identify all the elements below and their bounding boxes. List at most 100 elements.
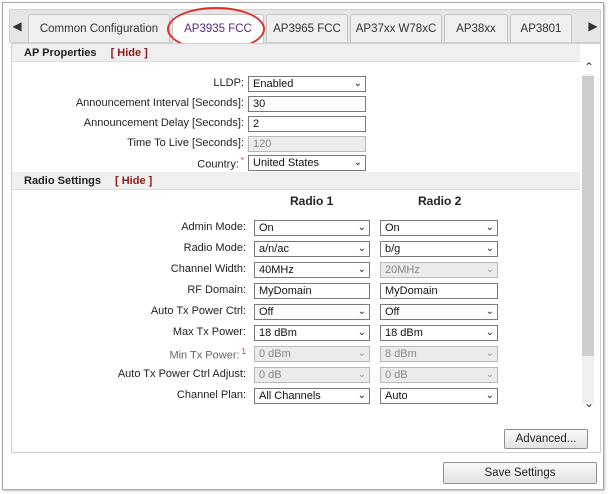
chevron-down-icon: ⌄ bbox=[485, 348, 494, 359]
auto-tx-power-ctrl-adjust-label: Auto Tx Power Ctrl Adjust: bbox=[117, 368, 246, 380]
chevron-down-icon: ⌄ bbox=[485, 327, 494, 338]
admin-mode-radio2-select[interactable]: On ⌄ bbox=[380, 220, 498, 236]
channel-width-radio1-value: 40MHz bbox=[259, 264, 294, 276]
min-tx-power-label-text: Min Tx Power: bbox=[169, 349, 240, 362]
radio1-header: Radio 1 bbox=[290, 194, 334, 208]
channel-width-radio2-value: 20MHz bbox=[385, 264, 420, 276]
channel-width-radio1-select[interactable]: 40MHz ⌄ bbox=[254, 262, 370, 278]
scroll-up-icon[interactable]: ⌃ bbox=[582, 60, 596, 74]
lldp-value: Enabled bbox=[253, 78, 294, 90]
radio-settings-header: Radio Settings [ Hide ] bbox=[12, 172, 580, 190]
chevron-down-icon: ⌄ bbox=[357, 390, 366, 401]
chevron-down-icon: ⌄ bbox=[357, 369, 366, 380]
auto-tx-power-ctrl-radio2-select[interactable]: Off ⌄ bbox=[380, 304, 498, 320]
time-to-live-label: Time To Live [Seconds]: bbox=[127, 137, 244, 149]
chevron-down-icon: ⌄ bbox=[485, 243, 494, 254]
min-tx-power-radio1-select: 0 dBm ⌄ bbox=[254, 346, 370, 362]
country-select[interactable]: United States ⌄ bbox=[248, 155, 366, 171]
chevron-down-icon: ⌄ bbox=[353, 157, 362, 168]
channel-plan-radio1-select[interactable]: All Channels ⌄ bbox=[254, 388, 370, 404]
chevron-down-icon: ⌄ bbox=[357, 243, 366, 254]
rf-domain-label: RF Domain: bbox=[187, 284, 246, 296]
tab-common-configuration[interactable]: Common Configuration bbox=[28, 14, 170, 42]
radio-settings-hide-link[interactable]: [ Hide ] bbox=[115, 175, 152, 187]
footnote-marker: 1 bbox=[241, 347, 246, 356]
max-tx-power-radio1-value: 18 dBm bbox=[259, 327, 297, 339]
tab-ap37xx-w78xc[interactable]: AP37xx W78xC bbox=[350, 14, 442, 42]
admin-mode-radio1-value: On bbox=[259, 222, 274, 234]
max-tx-power-radio2-select[interactable]: 18 dBm ⌄ bbox=[380, 325, 498, 341]
chevron-down-icon: ⌄ bbox=[485, 222, 494, 233]
tab-ap3935-fcc[interactable]: AP3935 FCC bbox=[172, 14, 264, 43]
channel-plan-radio2-value: Auto bbox=[385, 390, 408, 402]
lldp-label: LLDP: bbox=[213, 77, 244, 89]
time-to-live-input bbox=[248, 136, 366, 152]
announcement-delay-label: Announcement Delay [Seconds]: bbox=[83, 117, 244, 129]
auto-tx-power-ctrl-radio2-value: Off bbox=[385, 306, 400, 318]
channel-width-radio2-select: 20MHz ⌄ bbox=[380, 262, 498, 278]
chevron-down-icon: ⌄ bbox=[485, 264, 494, 275]
chevron-down-icon: ⌄ bbox=[485, 390, 494, 401]
scrollbar-thumb[interactable] bbox=[582, 76, 594, 356]
channel-width-label: Channel Width: bbox=[170, 263, 246, 275]
ap-properties-title: AP Properties bbox=[24, 46, 97, 59]
chevron-down-icon: ⌄ bbox=[485, 306, 494, 317]
channel-plan-radio2-select[interactable]: Auto ⌄ bbox=[380, 388, 498, 404]
ap-properties-header: AP Properties [ Hide ] bbox=[12, 44, 580, 62]
tab-scroll-right-icon[interactable]: ▶ bbox=[586, 10, 600, 42]
auto-tx-power-ctrl-label: Auto Tx Power Ctrl: bbox=[150, 305, 246, 317]
min-tx-power-radio2-select: 8 dBm ⌄ bbox=[380, 346, 498, 362]
tab-ap3801[interactable]: AP3801 bbox=[510, 14, 572, 42]
country-label: Country: * bbox=[197, 156, 244, 171]
configuration-window: ◀ Common Configuration AP3935 FCC AP3965… bbox=[2, 2, 604, 490]
min-tx-power-radio2-value: 8 dBm bbox=[385, 348, 417, 360]
announcement-delay-input[interactable] bbox=[248, 116, 366, 132]
chevron-down-icon: ⌄ bbox=[485, 369, 494, 380]
min-tx-power-radio1-value: 0 dBm bbox=[259, 348, 291, 360]
channel-plan-radio1-value: All Channels bbox=[259, 390, 321, 402]
chevron-down-icon: ⌄ bbox=[357, 264, 366, 275]
min-tx-power-label: Min Tx Power: 1 bbox=[169, 347, 246, 362]
channel-plan-label: Channel Plan: bbox=[176, 389, 246, 401]
radio-mode-radio1-value: a/n/ac bbox=[259, 243, 289, 255]
max-tx-power-radio2-value: 18 dBm bbox=[385, 327, 423, 339]
tab-bar: ◀ Common Configuration AP3935 FCC AP3965… bbox=[9, 9, 601, 43]
auto-tx-power-ctrl-radio1-select[interactable]: Off ⌄ bbox=[254, 304, 370, 320]
auto-tx-power-adjust-radio2-value: 0 dB bbox=[385, 369, 408, 381]
auto-tx-power-ctrl-radio1-value: Off bbox=[259, 306, 274, 318]
radio-mode-label: Radio Mode: bbox=[183, 242, 246, 254]
tab-scroll-left-icon[interactable]: ◀ bbox=[10, 10, 24, 42]
radio2-header: Radio 2 bbox=[418, 194, 462, 208]
auto-tx-power-adjust-radio1-value: 0 dB bbox=[259, 369, 282, 381]
save-settings-button[interactable]: Save Settings bbox=[443, 462, 597, 484]
radio-mode-radio2-value: b/g bbox=[385, 243, 401, 255]
required-marker: * bbox=[240, 156, 244, 165]
chevron-down-icon: ⌄ bbox=[357, 222, 366, 233]
radio-mode-radio2-select[interactable]: b/g ⌄ bbox=[380, 241, 498, 257]
tab-ap38xx[interactable]: AP38xx bbox=[444, 14, 508, 42]
announcement-interval-input[interactable] bbox=[248, 96, 366, 112]
rf-domain-radio2-input[interactable] bbox=[380, 283, 498, 299]
scroll-down-icon[interactable]: ⌄ bbox=[582, 396, 596, 410]
radio-settings-title: Radio Settings bbox=[24, 174, 102, 187]
rf-domain-radio1-input[interactable] bbox=[254, 283, 370, 299]
settings-panel: AP Properties [ Hide ] LLDP: Enabled ⌄ A… bbox=[11, 43, 601, 453]
radio-mode-radio1-select[interactable]: a/n/ac ⌄ bbox=[254, 241, 370, 257]
country-label-text: Country: bbox=[197, 158, 239, 171]
max-tx-power-label: Max Tx Power: bbox=[172, 326, 246, 338]
admin-mode-radio1-select[interactable]: On ⌄ bbox=[254, 220, 370, 236]
country-value: United States bbox=[253, 157, 320, 169]
advanced-button[interactable]: Advanced... bbox=[504, 429, 588, 449]
ap-properties-hide-link[interactable]: [ Hide ] bbox=[111, 47, 148, 59]
auto-tx-power-adjust-radio1-select: 0 dB ⌄ bbox=[254, 367, 370, 383]
auto-tx-power-adjust-radio2-select: 0 dB ⌄ bbox=[380, 367, 498, 383]
lldp-select[interactable]: Enabled ⌄ bbox=[248, 76, 366, 92]
max-tx-power-radio1-select[interactable]: 18 dBm ⌄ bbox=[254, 325, 370, 341]
admin-mode-radio2-value: On bbox=[385, 222, 400, 234]
announcement-interval-label: Announcement Interval [Seconds]: bbox=[75, 97, 244, 109]
chevron-down-icon: ⌄ bbox=[357, 306, 366, 317]
admin-mode-label: Admin Mode: bbox=[181, 221, 246, 233]
chevron-down-icon: ⌄ bbox=[353, 78, 362, 89]
chevron-down-icon: ⌄ bbox=[357, 327, 366, 338]
tab-ap3965-fcc[interactable]: AP3965 FCC bbox=[266, 14, 348, 42]
